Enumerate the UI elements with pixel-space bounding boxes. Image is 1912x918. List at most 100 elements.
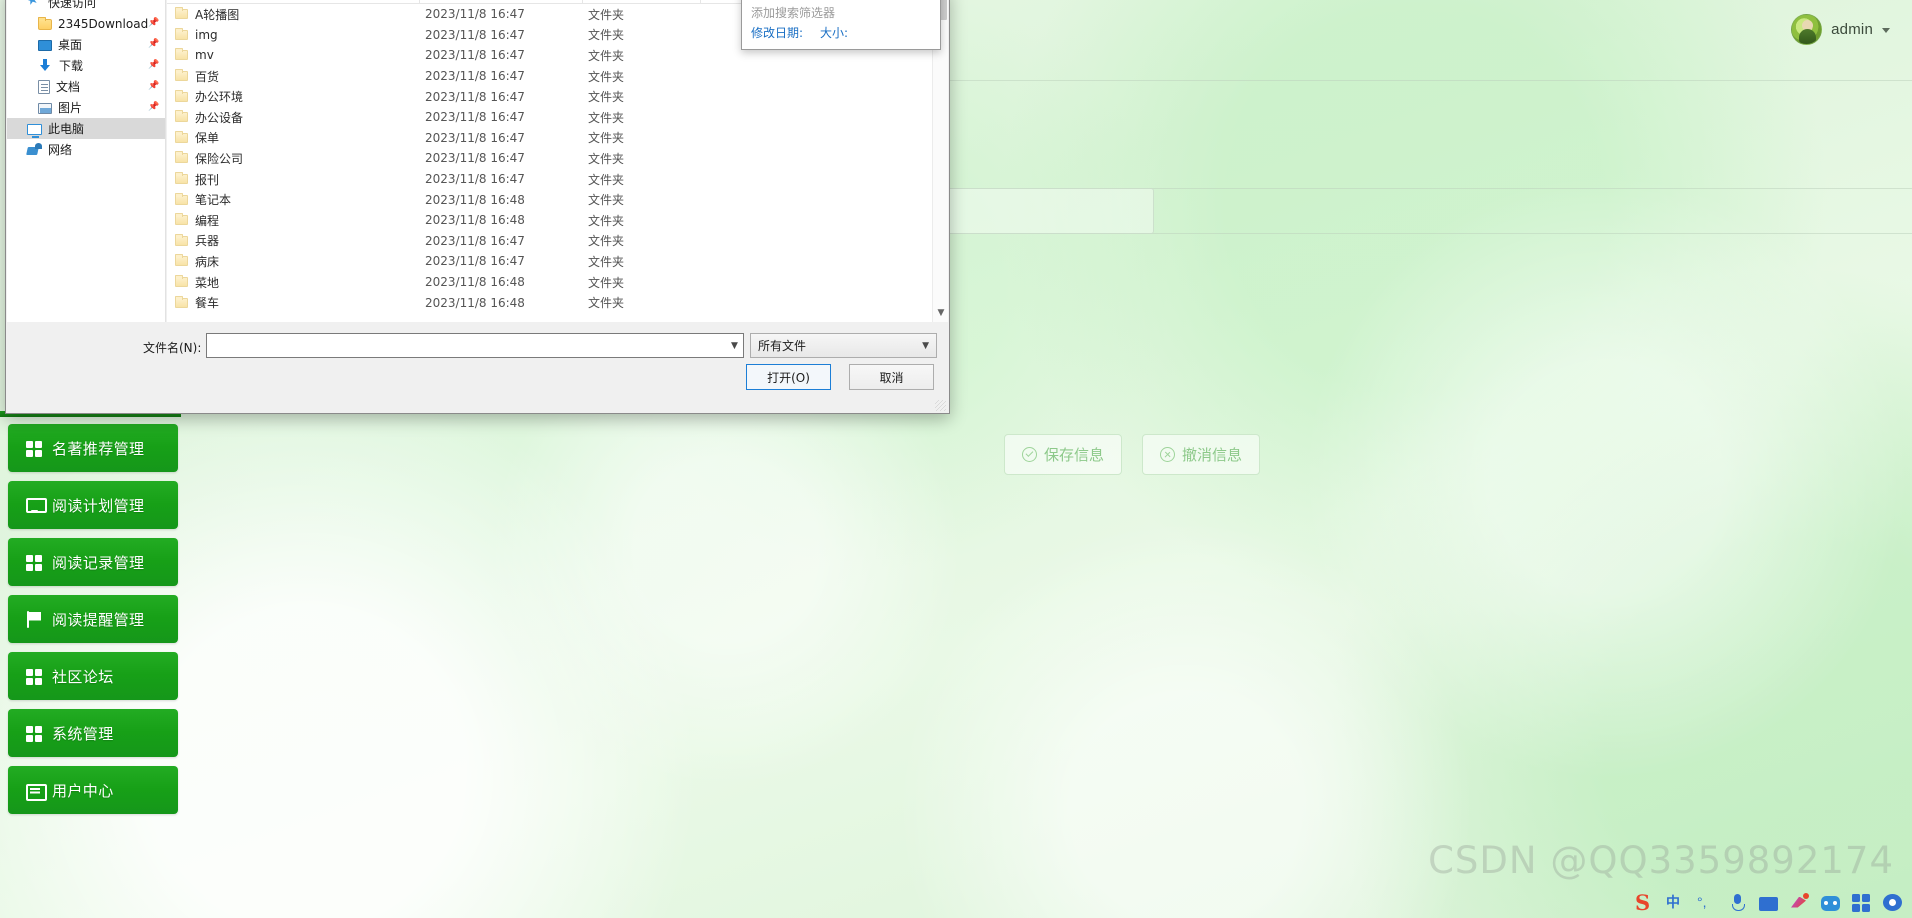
nav-item-label: 网络 (48, 143, 73, 157)
keyboard-icon[interactable] (1759, 896, 1778, 911)
file-name-cell: 编程 (167, 212, 420, 229)
sidebar-item-label: 阅读提醒管理 (52, 611, 145, 629)
pin-icon[interactable]: 📌 (148, 102, 159, 113)
file-date-cell: 2023/11/8 16:47 (425, 254, 525, 269)
pin-icon[interactable]: 📌 (148, 81, 159, 92)
cancel-button[interactable]: 撤消信息 (1142, 434, 1261, 475)
user-menu[interactable]: admin (1791, 13, 1890, 45)
table-row[interactable]: 百货 2023/11/8 16:47 文件夹 (167, 66, 932, 87)
robot-icon[interactable] (1821, 895, 1840, 911)
sidebar-item-4[interactable]: 社区论坛 (8, 652, 178, 700)
save-button-label: 保存信息 (1044, 447, 1105, 464)
file-type-cell: 文件夹 (588, 7, 625, 22)
file-name-cell: 病床 (167, 253, 420, 270)
folder-icon (175, 275, 188, 288)
file-date-cell: 2023/11/8 16:47 (425, 7, 525, 22)
file-name-cell: 报刊 (167, 171, 420, 188)
apps-icon[interactable] (1852, 893, 1871, 912)
watermark: CSDN @QQ3359892174 (1428, 839, 1894, 882)
filetype-select[interactable]: 所有文件 ▼ (750, 333, 937, 358)
open-button[interactable]: 打开(O) (746, 364, 831, 390)
table-row[interactable]: 保单 2023/11/8 16:47 文件夹 (167, 128, 932, 149)
table-row[interactable]: 编程 2023/11/8 16:48 文件夹 (167, 210, 932, 231)
table-row[interactable]: 报刊 2023/11/8 16:47 文件夹 (167, 169, 932, 190)
file-name-cell: 百货 (167, 68, 420, 85)
save-button[interactable]: 保存信息 (1004, 434, 1123, 475)
nav-item-4[interactable]: 文档 📌 (7, 76, 165, 97)
file-name-label: 百货 (195, 69, 220, 84)
filter-date-modified[interactable]: 修改日期: (751, 24, 803, 41)
folder-icon (175, 69, 188, 82)
pin-icon[interactable]: 📌 (148, 18, 159, 29)
sidebar-item-3[interactable]: 阅读提醒管理 (8, 595, 178, 643)
sidebar-item-2[interactable]: 阅读记录管理 (8, 538, 178, 586)
sidebar-item-0[interactable]: 名著推荐管理 (8, 424, 178, 472)
chinese-mode-icon[interactable]: 中 (1666, 893, 1685, 912)
chevron-down-icon[interactable]: ▼ (922, 341, 929, 351)
filter-size[interactable]: 大小: (820, 24, 848, 41)
nav-item-5[interactable]: 图片 📌 (7, 97, 165, 118)
nav-item-2[interactable]: 桌面 📌 (7, 34, 165, 55)
nav-item-label: 图片 (58, 101, 83, 115)
table-row[interactable]: 菜地 2023/11/8 16:48 文件夹 (167, 272, 932, 293)
folder-icon (175, 7, 188, 20)
filename-combobox[interactable]: ▼ (206, 333, 744, 358)
sidebar-item-6[interactable]: 用户中心 (8, 766, 178, 814)
pin-icon[interactable]: 📌 (148, 60, 159, 71)
table-row[interactable]: 病床 2023/11/8 16:47 文件夹 (167, 251, 932, 272)
column-header-name[interactable]: 名称 (167, 0, 420, 3)
column-header-date[interactable]: 修改日期 (420, 0, 583, 3)
folder-icon (38, 17, 52, 30)
table-row[interactable]: 办公环境 2023/11/8 16:47 文件夹 (167, 86, 932, 107)
sidebar-item-1[interactable]: 阅读计划管理 (8, 481, 178, 529)
this-pc-icon (27, 124, 42, 138)
scroll-down-icon[interactable]: ▼ (933, 305, 948, 321)
folder-icon (175, 172, 188, 185)
dialog-cancel-button[interactable]: 取消 (849, 364, 934, 390)
avatar (1791, 13, 1823, 45)
nav-item-1[interactable]: 2345Download 📌 (7, 13, 165, 34)
sogou-icon[interactable]: S (1635, 892, 1654, 913)
filename-dropdown-icon[interactable]: ▼ (726, 334, 743, 357)
sidebar-item-5[interactable]: 系统管理 (8, 709, 178, 757)
nav-item-6[interactable]: 此电脑 (7, 118, 165, 139)
magic-wand-icon[interactable] (1790, 892, 1809, 912)
nav-item-label: 文档 (56, 80, 81, 94)
microphone-icon[interactable] (1728, 893, 1747, 912)
nav-item-3[interactable]: 下载 📌 (7, 55, 165, 76)
folder-icon (175, 254, 188, 267)
username-label: admin (1831, 20, 1873, 38)
table-row[interactable]: 办公设备 2023/11/8 16:47 文件夹 (167, 107, 932, 128)
network-icon (27, 142, 42, 157)
file-name-cell: 保单 (167, 129, 420, 146)
sidebar-menu: 名著推荐管理 阅读计划管理 阅读记录管理阅读提醒管理社区论坛系统管理用户中心 (8, 424, 178, 814)
nav-item-7[interactable]: 网络 (7, 139, 165, 160)
file-type-cell: 文件夹 (588, 110, 625, 125)
resize-grip[interactable] (935, 400, 946, 411)
folder-icon (175, 151, 188, 164)
filename-input[interactable] (207, 334, 726, 357)
download-icon (38, 58, 53, 73)
pin-icon[interactable]: 📌 (148, 39, 159, 50)
file-name-label: 菜地 (195, 275, 220, 290)
search-filter-popup: 电影 添加搜索筛选器 修改日期: 大小: (741, 0, 941, 50)
file-date-cell: 2023/11/8 16:47 (425, 172, 525, 187)
table-row[interactable]: 餐车 2023/11/8 16:48 文件夹 (167, 292, 932, 313)
nav-item-label: 桌面 (58, 38, 83, 52)
file-name-label: 保险公司 (195, 151, 244, 166)
settings-icon[interactable] (1883, 894, 1902, 911)
file-type-cell: 文件夹 (588, 234, 625, 249)
file-name-label: 报刊 (195, 172, 220, 187)
nav-item-0[interactable]: 快速访问 (7, 0, 165, 13)
punctuation-icon[interactable]: °, (1697, 893, 1716, 912)
table-row[interactable]: 兵器 2023/11/8 16:47 文件夹 (167, 231, 932, 252)
file-date-cell: 2023/11/8 16:47 (425, 130, 525, 145)
column-header-type[interactable]: 类型 (583, 0, 701, 3)
chevron-down-icon[interactable] (1882, 27, 1890, 33)
folder-icon (175, 295, 188, 308)
file-type-cell: 文件夹 (588, 193, 625, 208)
table-row[interactable]: 保险公司 2023/11/8 16:47 文件夹 (167, 148, 932, 169)
table-row[interactable]: 笔记本 2023/11/8 16:48 文件夹 (167, 189, 932, 210)
sidebar-item-label: 系统管理 (52, 725, 114, 743)
dialog-nav-tree[interactable]: 快速访问2345Download📌桌面📌下载📌文档📌图片📌此电脑网络 (7, 0, 166, 322)
